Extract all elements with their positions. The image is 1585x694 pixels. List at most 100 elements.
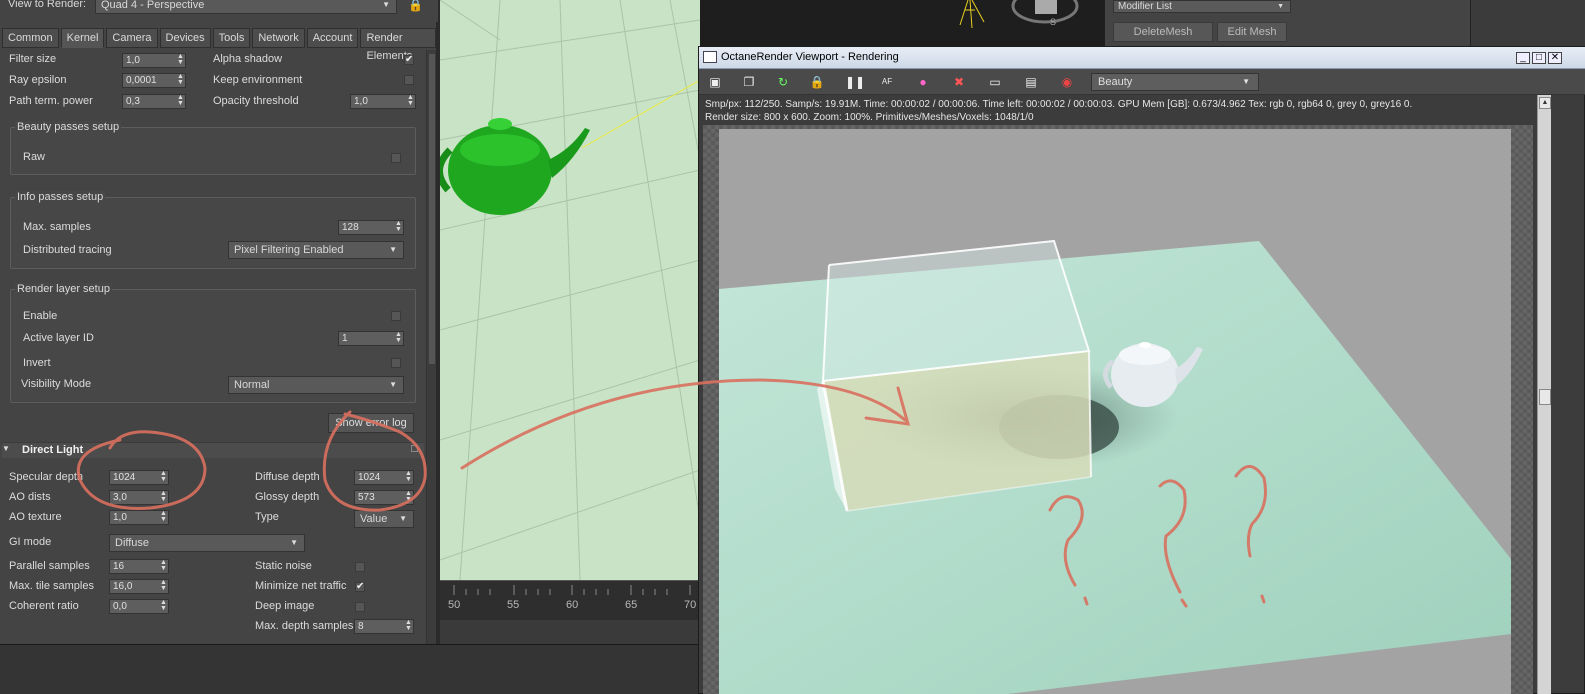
tab-network[interactable]: Network [252, 28, 305, 48]
settings-scrollbar[interactable] [426, 50, 436, 644]
alpha-shadow-label: Alpha shadow [213, 53, 283, 65]
visibility-mode-dropdown[interactable]: Normal ▼ [228, 376, 404, 394]
render-stats-line2: Render size: 800 x 600. Zoom: 100%. Prim… [705, 112, 1034, 123]
ruler-ticks [453, 585, 691, 595]
deep-image-checkbox[interactable] [355, 602, 365, 612]
minimize-net-traffic-checkbox[interactable]: ✔ [355, 582, 365, 592]
ao-texture-spinner[interactable]: 1,0 ▲ ▼ [109, 510, 169, 525]
scrollbar-thumb[interactable] [429, 54, 435, 364]
direct-light-rollout[interactable]: ▼ Direct Light [2, 442, 424, 458]
window-titlebar[interactable]: OctaneRender Viewport - Rendering _ □ ✕ [699, 47, 1585, 69]
ruler-tick: 60 [566, 599, 579, 611]
maximize-icon[interactable]: □ [1532, 52, 1546, 64]
path-term-power-spinner[interactable]: 0,3 ▲ ▼ [122, 94, 186, 109]
type-dropdown[interactable]: Value ▼ [354, 510, 414, 528]
color-picker-icon[interactable]: ● [915, 74, 931, 90]
beauty-passes-group: Beauty passes setup Raw [10, 121, 416, 175]
modifier-panel-side [1470, 0, 1585, 46]
parallel-samples-label: Parallel samples [9, 560, 90, 572]
max-depth-samples-spinner[interactable]: 8 ▲ ▼ [354, 619, 414, 634]
copy-icon[interactable]: ❐ [741, 74, 757, 90]
camera-icon[interactable]: ◉ [1059, 74, 1075, 90]
ao-dists-label: AO dists [9, 491, 51, 503]
tab-tools[interactable]: Tools [212, 28, 251, 48]
tab-common[interactable]: Common [2, 28, 59, 48]
render-vertical-scrollbar[interactable]: ▲ [1537, 95, 1551, 694]
window-controls: _ □ ✕ [1516, 52, 1562, 64]
info-passes-title: Info passes setup [15, 191, 106, 203]
specular-depth-spinner[interactable]: 1024 ▲ ▼ [109, 470, 169, 485]
pin-icon[interactable] [411, 445, 418, 452]
tab-account[interactable]: Account [306, 28, 359, 48]
gi-mode-dropdown[interactable]: Diffuse ▼ [109, 534, 305, 552]
keep-environment-checkbox[interactable] [404, 75, 414, 85]
alpha-shadow-checkbox[interactable]: ✔ [404, 55, 414, 65]
raw-label: Raw [23, 151, 46, 163]
ruler-tick: 65 [625, 599, 638, 611]
edit-mesh-button[interactable]: Edit Mesh [1217, 22, 1287, 42]
save-image-icon[interactable]: ▣ [707, 74, 723, 90]
stop-render-icon[interactable]: ✖ [951, 74, 967, 90]
viewport-grid [440, 0, 700, 580]
minimize-icon[interactable]: _ [1516, 52, 1530, 64]
autofocus-icon[interactable]: AF [879, 74, 895, 90]
max-samples-label: Max. samples [23, 221, 91, 233]
glossy-depth-spinner[interactable]: 573 ▲ ▼ [354, 490, 414, 505]
parallel-samples-spinner[interactable]: 16 ▲ ▼ [109, 559, 169, 574]
minimize-net-traffic-label: Minimize net traffic [255, 580, 347, 592]
active-layer-id-spinner[interactable]: 1 ▲ ▼ [338, 331, 404, 346]
close-icon[interactable]: ✕ [1548, 52, 1562, 64]
restart-render-icon[interactable]: ↻ [775, 74, 791, 90]
render-output-image[interactable] [719, 129, 1511, 694]
tab-render-elements[interactable]: Render Elements [360, 28, 436, 62]
ray-epsilon-spinner[interactable]: 0,0001 ▲ ▼ [122, 73, 186, 88]
display-icon[interactable]: ▭ [987, 74, 1003, 90]
scroll-up-icon[interactable]: ▲ [1539, 97, 1551, 109]
invert-label: Invert [23, 357, 51, 369]
static-noise-checkbox[interactable] [355, 562, 365, 572]
enable-checkbox[interactable] [391, 311, 401, 321]
static-noise-label: Static noise [255, 560, 312, 572]
coherent-ratio-spinner[interactable]: 0,0 ▲ ▼ [109, 599, 169, 614]
modifier-list-dropdown[interactable]: Modifier List ▼ [1113, 0, 1291, 13]
tab-kernel[interactable]: Kernel [60, 28, 105, 48]
octane-toolbar: ▣ ❐ ↻ 🔒 ❚❚ AF ● ✖ ▭ ▤ ◉ Beauty ▼ [699, 69, 1585, 95]
tab-camera[interactable]: Camera [106, 28, 158, 48]
invert-checkbox[interactable] [391, 358, 401, 368]
deep-image-label: Deep image [255, 600, 315, 612]
lock-render-icon[interactable]: 🔒 [809, 74, 825, 90]
active-layer-id-label: Active layer ID [23, 332, 94, 344]
timeline-ruler[interactable]: 50 55 60 65 70 [440, 580, 700, 620]
render-frame [703, 125, 1533, 694]
max-samples-spinner[interactable]: 128 ▲ ▼ [338, 220, 404, 235]
render-layer-title: Render layer setup [15, 283, 112, 295]
diffuse-depth-spinner[interactable]: 1024 ▲ ▼ [354, 470, 414, 485]
delete-mesh-button[interactable]: DeleteMesh [1113, 22, 1213, 42]
distributed-tracing-dropdown[interactable]: Pixel Filtering Enabled ▼ [228, 241, 404, 259]
ao-dists-spinner[interactable]: 3,0 ▲ ▼ [109, 490, 169, 505]
lock-icon[interactable]: 🔒 [408, 0, 423, 12]
ruler-tick: 50 [448, 599, 461, 611]
render-layer-group: Render layer setup Enable Active layer I… [10, 283, 416, 403]
scrollbar-thumb[interactable] [1539, 389, 1551, 405]
render-tabs: Common Kernel Camera Devices Tools Netwo… [0, 28, 438, 62]
filter-size-spinner[interactable]: 1,0 ▲ ▼ [122, 53, 186, 68]
render-pass-dropdown[interactable]: Beauty ▼ [1091, 73, 1259, 91]
opacity-threshold-label: Opacity threshold [213, 95, 299, 107]
top-viewport[interactable]: S [700, 0, 1110, 46]
view-to-render-dropdown[interactable]: Quad 4 - Perspective ▼ [95, 0, 397, 14]
glass-box [817, 239, 1092, 512]
tab-devices[interactable]: Devices [159, 28, 211, 48]
coherent-ratio-label: Coherent ratio [9, 600, 79, 612]
glossy-depth-label: Glossy depth [255, 491, 320, 503]
perspective-viewport[interactable] [440, 0, 700, 580]
max-depth-samples-label: Max. depth samples [255, 620, 354, 632]
pause-icon[interactable]: ❚❚ [845, 74, 865, 90]
show-error-log-button[interactable]: Show error log [328, 413, 414, 433]
opacity-threshold-spinner[interactable]: 1,0 ▲ ▼ [350, 94, 416, 109]
viewport-compass: S [959, 0, 1079, 29]
raw-checkbox[interactable] [391, 153, 401, 163]
visibility-mode-label: Visibility Mode [21, 378, 92, 390]
region-icon[interactable]: ▤ [1023, 74, 1039, 90]
max-tile-samples-spinner[interactable]: 16,0 ▲ ▼ [109, 579, 169, 594]
